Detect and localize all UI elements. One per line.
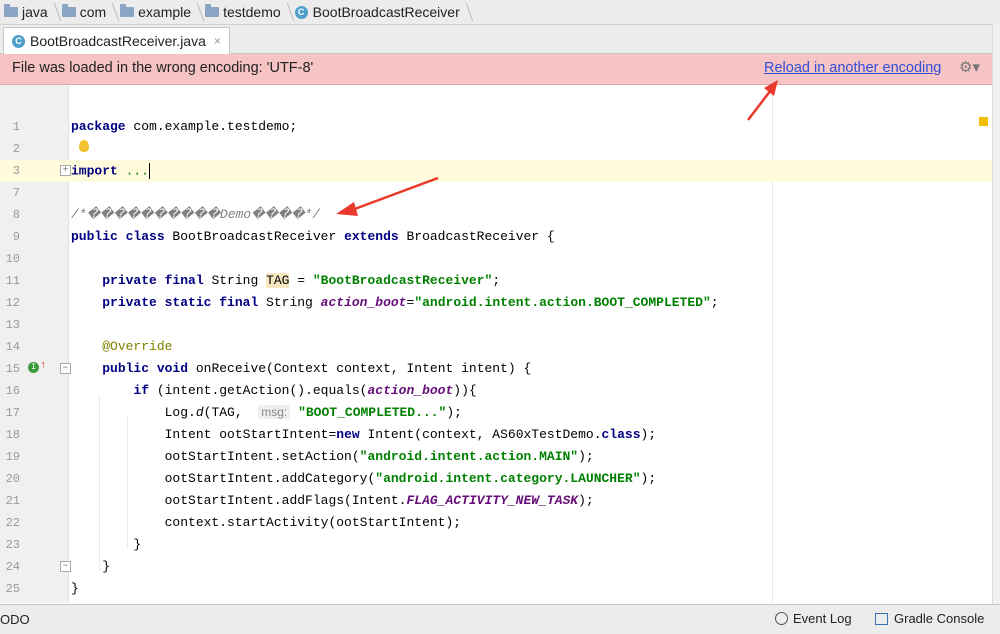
arrow-head	[764, 80, 778, 96]
event-log-icon	[775, 612, 788, 625]
annotation-arrows	[336, 80, 778, 216]
console-icon	[875, 612, 888, 625]
todo-tab[interactable]: ODO	[0, 612, 30, 627]
arrow-head	[336, 202, 358, 216]
status-bar: ODO Event Log Gradle Console	[0, 604, 1000, 634]
right-tool-strip[interactable]	[992, 24, 1000, 604]
warning-marker[interactable]	[979, 117, 988, 126]
annotation-arrow	[351, 176, 439, 212]
event-log-button[interactable]: Event Log	[775, 611, 852, 626]
gradle-console-button[interactable]: Gradle Console	[875, 611, 984, 626]
